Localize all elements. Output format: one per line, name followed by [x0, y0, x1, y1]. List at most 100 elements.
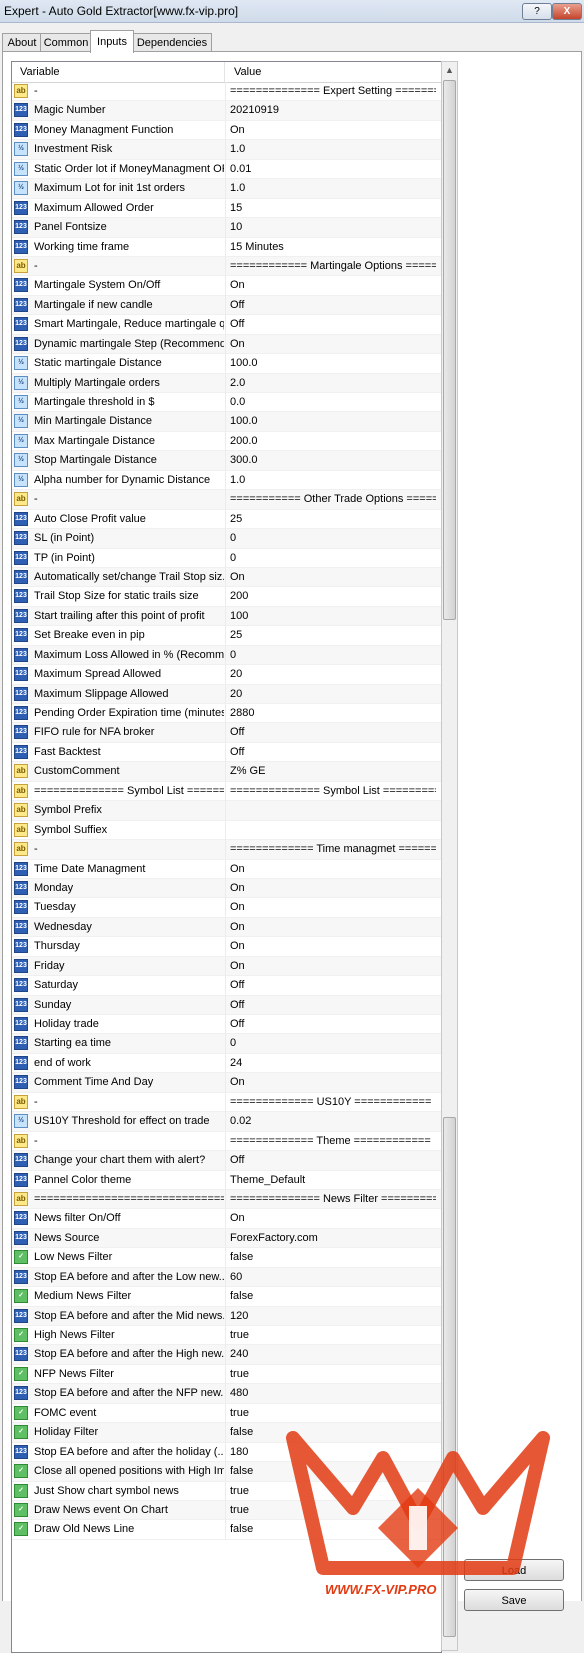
variable-value[interactable]: 0.02: [230, 1112, 436, 1131]
table-row[interactable]: 123 TP (in Point) 0: [12, 548, 441, 568]
table-row[interactable]: 123 Set Breake even in pip 25: [12, 626, 441, 646]
table-row[interactable]: 123 Stop EA before and after the Low new.…: [12, 1267, 441, 1288]
table-row[interactable]: 123 Friday On: [12, 956, 441, 977]
variable-value[interactable]: Off: [230, 1151, 436, 1170]
variable-value[interactable]: 0: [230, 646, 436, 665]
table-row[interactable]: 123 Time Date Managment On: [12, 859, 441, 879]
variable-value[interactable]: On: [230, 1209, 436, 1228]
variable-value[interactable]: 25: [230, 510, 436, 529]
table-row[interactable]: ½ Static martingale Distance 100.0: [12, 354, 441, 374]
variable-value[interactable]: 0: [230, 549, 436, 568]
variable-value[interactable]: ============= US10Y ============: [230, 1093, 436, 1112]
variable-value[interactable]: 0.0: [230, 393, 436, 412]
table-row[interactable]: ab Symbol Suffiex: [12, 820, 441, 841]
tab-dependencies[interactable]: Dependencies: [132, 33, 212, 52]
table-row[interactable]: ½ Alpha number for Dynamic Distance 1.0: [12, 470, 441, 491]
variable-value[interactable]: true: [230, 1365, 436, 1384]
variable-value[interactable]: Off: [230, 996, 436, 1015]
table-row[interactable]: 123 Maximum Spread Allowed 20: [12, 665, 441, 685]
variable-value[interactable]: 60: [230, 1268, 436, 1287]
variable-value[interactable]: On: [230, 121, 436, 140]
variable-value[interactable]: On: [230, 568, 436, 587]
table-row[interactable]: 123 FIFO rule for NFA broker Off: [12, 723, 441, 743]
table-row[interactable]: 123 Comment Time And Day On: [12, 1073, 441, 1093]
table-row[interactable]: 123 Sunday Off: [12, 995, 441, 1015]
variable-value[interactable]: 0: [230, 1034, 436, 1053]
variable-value[interactable]: 120: [230, 1307, 436, 1326]
table-row[interactable]: ½ Stop Martingale Distance 300.0: [12, 451, 441, 471]
tab-inputs[interactable]: Inputs: [90, 30, 134, 53]
variable-value[interactable]: [230, 821, 436, 840]
table-row[interactable]: 123 Panel Fontsize 10: [12, 218, 441, 238]
table-row[interactable]: ½ Maximum Lot for init 1st orders 1.0: [12, 179, 441, 199]
variable-value[interactable]: true: [230, 1326, 436, 1345]
table-row[interactable]: ab ============== Symbol List ======... ==…: [12, 781, 441, 802]
table-row[interactable]: ½ Static Order lot if MoneyManagment OFF 0…: [12, 159, 441, 180]
variable-value[interactable]: 200: [230, 587, 436, 606]
tab-common[interactable]: Common: [40, 33, 92, 52]
variable-value[interactable]: 200.0: [230, 432, 436, 451]
table-row[interactable]: 123 Change your chart them with alert? Off: [12, 1151, 441, 1171]
variable-value[interactable]: ============= Time managmet =======...: [230, 840, 436, 859]
column-header-variable[interactable]: Variable: [12, 62, 225, 82]
variable-value[interactable]: 100: [230, 607, 436, 626]
variable-value[interactable]: Z% GE: [230, 762, 436, 781]
table-row[interactable]: ✓ Low News Filter false: [12, 1248, 441, 1268]
variable-value[interactable]: 15: [230, 199, 436, 218]
variable-value[interactable]: ============== Expert Setting ========..…: [230, 82, 436, 101]
table-row[interactable]: 123 Smart Martingale, Reduce martingale q…: [12, 315, 441, 335]
table-row[interactable]: 123 Thursday On: [12, 937, 441, 957]
variable-value[interactable]: 2.0: [230, 374, 436, 393]
variable-value[interactable]: On: [230, 918, 436, 937]
variable-value[interactable]: 100.0: [230, 412, 436, 431]
table-row[interactable]: ½ Multiply Martingale orders 2.0: [12, 373, 441, 393]
table-row[interactable]: 123 Holiday trade Off: [12, 1015, 441, 1035]
table-row[interactable]: 123 News filter On/Off On: [12, 1209, 441, 1229]
vertical-scrollbar[interactable]: ▲: [441, 61, 458, 1651]
table-row[interactable]: 123 Pending Order Expiration time (minute…: [12, 704, 441, 724]
table-row[interactable]: ab CustomComment Z% GE: [12, 762, 441, 782]
table-row[interactable]: 123 Wednesday On: [12, 917, 441, 938]
variable-value[interactable]: 1.0: [230, 140, 436, 159]
variable-value[interactable]: ============== News Filter =========...: [230, 1190, 436, 1209]
table-row[interactable]: ½ Min Martingale Distance 100.0: [12, 412, 441, 432]
table-row[interactable]: 123 News Source ForexFactory.com: [12, 1228, 441, 1249]
table-row[interactable]: ✓ NFP News Filter true: [12, 1364, 441, 1385]
variable-value[interactable]: 1.0: [230, 179, 436, 198]
table-row[interactable]: 123 Maximum Slippage Allowed 20: [12, 684, 441, 704]
table-row[interactable]: 123 Pannel Color theme Theme_Default: [12, 1170, 441, 1190]
variable-value[interactable]: On: [230, 860, 436, 879]
tab-about[interactable]: About: [2, 33, 42, 52]
scrollbar-thumb[interactable]: [443, 80, 456, 620]
table-row[interactable]: ½ Max Martingale Distance 200.0: [12, 431, 441, 452]
variable-value[interactable]: 0.01: [230, 160, 436, 179]
table-row[interactable]: ab ================================... ===…: [12, 1189, 441, 1210]
variable-value[interactable]: false: [230, 1248, 436, 1267]
variable-value[interactable]: Theme_Default: [230, 1171, 436, 1190]
variable-value[interactable]: 24: [230, 1054, 436, 1073]
table-row[interactable]: 123 Martingale if new candle Off: [12, 295, 441, 316]
variable-value[interactable]: 300.0: [230, 451, 436, 470]
variable-value[interactable]: Off: [230, 296, 436, 315]
table-row[interactable]: 123 Tuesday On: [12, 898, 441, 918]
table-row[interactable]: 123 SL (in Point) 0: [12, 529, 441, 549]
table-row[interactable]: 123 Working time frame 15 Minutes: [12, 237, 441, 257]
table-row[interactable]: 123 Stop EA before and after the NFP new.…: [12, 1384, 441, 1404]
variable-value[interactable]: 480: [230, 1384, 436, 1403]
variable-value[interactable]: ============= Theme ============: [230, 1132, 436, 1151]
table-row[interactable]: 123 Money Managment Function On: [12, 120, 441, 141]
variable-value[interactable]: 10: [230, 218, 436, 237]
table-row[interactable]: ✓ High News Filter true: [12, 1326, 441, 1346]
help-button[interactable]: ?: [522, 3, 552, 20]
table-row[interactable]: ab - ============= Theme ============: [12, 1131, 441, 1152]
table-row[interactable]: ½ Martingale threshold in $ 0.0: [12, 393, 441, 413]
table-row[interactable]: 123 Auto Close Profit value 25: [12, 509, 441, 530]
variable-value[interactable]: =========== Other Trade Options =====...: [230, 490, 436, 509]
table-row[interactable]: 123 Martingale System On/Off On: [12, 276, 441, 296]
table-row[interactable]: ✓ Medium News Filter false: [12, 1287, 441, 1307]
variable-value[interactable]: On: [230, 335, 436, 354]
table-row[interactable]: 123 Starting ea time 0: [12, 1034, 441, 1054]
table-row[interactable]: 123 Maximum Allowed Order 15: [12, 198, 441, 219]
table-row[interactable]: ½ US10Y Threshold for effect on trade 0.02: [12, 1112, 441, 1132]
variable-value[interactable]: Off: [230, 743, 436, 762]
